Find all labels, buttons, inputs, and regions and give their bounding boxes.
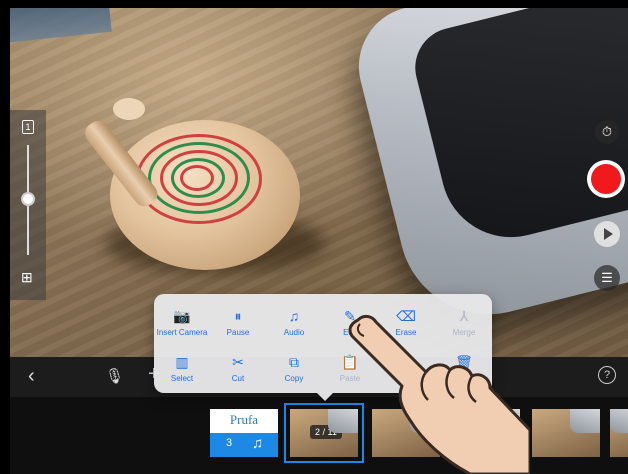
menu-item-cut[interactable]: ✂ Cut	[210, 352, 266, 392]
pencil-icon: ✎	[344, 308, 356, 324]
help-icon[interactable]: ?	[598, 366, 616, 384]
scissors-icon: ✂	[232, 354, 244, 370]
paste-icon: 📋	[341, 354, 359, 370]
record-button[interactable]	[587, 160, 625, 198]
menu-pointer	[317, 393, 333, 401]
layers-icon[interactable]: 1	[22, 120, 34, 134]
back-icon[interactable]: ‹	[28, 365, 35, 388]
select-icon: ▥	[175, 354, 189, 370]
title-clip[interactable]: Prufa 3 ♫	[210, 409, 278, 457]
title-clip-text: Prufa	[229, 412, 259, 427]
spinning-top-stem-cap	[113, 98, 145, 120]
timeline-clip[interactable]	[452, 409, 520, 457]
music-note-icon: ♫	[288, 308, 300, 324]
menu-item-delete[interactable]: 🗑	[436, 352, 492, 392]
menu-item-erase[interactable]: ⌫ Erase	[378, 306, 434, 346]
timeline-clip[interactable]	[610, 409, 628, 457]
timeline-clip[interactable]	[372, 409, 440, 457]
pause-icon: ⏸	[234, 308, 242, 324]
settings-icon[interactable]: ☰	[594, 265, 620, 291]
menu-item-label: Insert Camera	[156, 328, 208, 337]
menu-item-label: Select	[170, 374, 194, 383]
menu-item-edit[interactable]: ✎ Edit	[322, 306, 378, 346]
grid-icon[interactable]: ⊞	[21, 270, 35, 284]
timeline-clip[interactable]	[532, 409, 600, 457]
zoom-slider-knob[interactable]	[21, 192, 35, 206]
menu-item-merge[interactable]: ⅄ Merge	[436, 306, 492, 346]
menu-item-label: Merge	[452, 328, 476, 337]
title-clip-number: 3	[226, 437, 233, 449]
camera-controls: ⏱ ☰	[585, 110, 628, 300]
clip-position-badge: 2 / 11	[310, 425, 342, 439]
menu-item-label: Paste	[339, 374, 361, 383]
menu-item-copy[interactable]: ⧉ Copy	[266, 352, 322, 392]
camera-icon: 📷	[173, 308, 191, 324]
menu-item-label: Edit	[343, 328, 357, 337]
zoom-control[interactable]: 1 ⊞	[10, 110, 46, 300]
trash-icon: 🗑	[455, 354, 473, 370]
menu-item-pause[interactable]: ⏸ Pause	[210, 306, 266, 346]
menu-item-insert-camera[interactable]: 📷 Insert Camera	[154, 306, 210, 346]
timeline: Prufa 3 ♫ 2 / 11	[10, 397, 628, 474]
copy-icon: ⧉	[289, 354, 299, 370]
title-clip-bar: 3 ♫	[210, 433, 278, 457]
context-menu: 📷 Insert Camera ⏸ Pause ♫ Audio ✎ Edit ⌫…	[154, 294, 492, 401]
top-ring	[180, 165, 214, 191]
timeline-clip-selected[interactable]: 2 / 11	[284, 403, 364, 463]
play-button[interactable]	[594, 221, 620, 247]
merge-icon: ⅄	[459, 308, 469, 324]
eraser-icon: ⌫	[396, 308, 416, 324]
menu-item-paste[interactable]: 📋 Paste	[322, 352, 378, 392]
app-frame: 1 ⊞ ⏱ ☰ ‹ 🎙 + ? Prufa 3 ♫ 2 / 11	[0, 0, 628, 474]
menu-item-select[interactable]: ▥ Select	[154, 352, 210, 392]
timer-icon[interactable]: ⏱	[595, 120, 619, 144]
menu-item-label: Pause	[226, 328, 250, 337]
menu-item-label: Cut	[231, 374, 245, 383]
menu-item-audio[interactable]: ♫ Audio	[266, 306, 322, 346]
microphone-icon[interactable]: 🎙	[105, 367, 124, 385]
menu-item-label: Erase	[395, 328, 417, 337]
menu-item-label: Copy	[284, 374, 304, 383]
menu-item-label: Audio	[283, 328, 305, 337]
music-note-icon: ♫	[252, 435, 264, 452]
